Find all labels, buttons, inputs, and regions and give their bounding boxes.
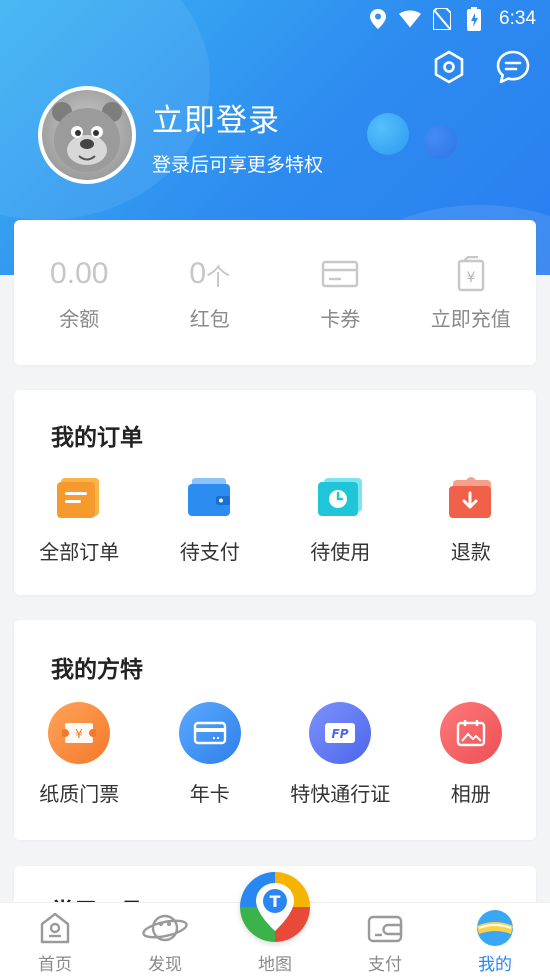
login-subtitle: 登录后可享更多特权 — [152, 154, 324, 176]
coupon-label: 卡券 — [320, 307, 361, 331]
planet-icon — [141, 908, 189, 948]
svg-text:¥: ¥ — [466, 270, 475, 286]
coupon-item[interactable]: 卡券 — [275, 220, 406, 365]
redpacket-item[interactable]: 0个 红包 — [145, 220, 276, 365]
home-icon — [38, 908, 72, 948]
order-unused-label: 待使用 — [310, 540, 371, 564]
mine-icon — [475, 908, 515, 948]
bear-avatar-icon — [52, 102, 122, 172]
status-bar: 6:34 — [0, 0, 550, 38]
order-unused-item[interactable]: 待使用 — [275, 474, 406, 565]
fastpass-label: 特快通行证 — [290, 782, 391, 806]
annual-card-label: 年卡 — [189, 782, 230, 806]
message-icon[interactable] — [494, 48, 532, 86]
album-label: 相册 — [450, 782, 491, 806]
order-all-item[interactable]: 全部订单 — [14, 474, 145, 565]
tab-home[interactable]: 首页 — [0, 903, 110, 979]
tab-pay[interactable]: 支付 — [330, 903, 440, 979]
paper-ticket-item[interactable]: ¥ 纸质门票 — [14, 702, 145, 807]
decor-bubble — [423, 125, 457, 159]
header-actions — [430, 48, 532, 86]
fangte-title: 我的方特 — [51, 657, 143, 683]
my-orders-card: 我的订单 全部订单 待支付 待使用 退款 — [14, 390, 536, 595]
order-refund-item[interactable]: 退款 — [406, 474, 537, 565]
balance-item[interactable]: 0.00 余额 — [14, 220, 145, 365]
tab-pay-label: 支付 — [368, 955, 402, 975]
annual-card-icon — [178, 702, 241, 764]
recharge-icon: ¥ — [456, 253, 486, 295]
redpacket-label: 红包 — [189, 307, 230, 331]
tab-home-label: 首页 — [38, 955, 72, 975]
settings-icon[interactable] — [430, 48, 468, 86]
wifi-icon — [399, 8, 422, 30]
order-refund-label: 退款 — [450, 540, 491, 564]
fastpass-icon: FP — [309, 702, 372, 764]
wallet-icon — [186, 474, 234, 522]
card-coupon-icon — [321, 253, 359, 295]
svg-text:FP: FP — [332, 727, 349, 741]
fangte-grid: ¥ 纸质门票 年卡 FP 特快通行证 相册 — [14, 702, 536, 807]
recharge-label: 立即充值 — [430, 307, 511, 331]
annual-card-item[interactable]: 年卡 — [145, 702, 276, 807]
my-fangte-card: 我的方特 ¥ 纸质门票 年卡 FP 特快通行证 相册 — [14, 620, 536, 840]
orders-title: 我的订单 — [51, 425, 143, 451]
battery-icon — [463, 7, 485, 31]
order-unpaid-label: 待支付 — [179, 540, 240, 564]
redpacket-value: 0 — [189, 257, 207, 290]
redpacket-value-wrap: 0个 — [189, 253, 230, 295]
login-title[interactable]: 立即登录 — [152, 95, 280, 140]
map-button[interactable]: T — [240, 872, 310, 942]
pay-icon — [366, 908, 404, 948]
wallet-card: 0.00 余额 0个 红包 卡券 ¥ 立即充值 — [14, 220, 536, 365]
tab-map-label: 地图 — [258, 955, 292, 975]
paper-ticket-label: 纸质门票 — [39, 782, 120, 806]
paper-ticket-icon: ¥ — [48, 702, 111, 764]
fastpass-item[interactable]: FP 特快通行证 — [275, 702, 406, 807]
decor-bubble — [367, 113, 409, 155]
refund-icon — [447, 474, 495, 522]
album-icon — [439, 702, 502, 764]
svg-text:T: T — [270, 892, 281, 911]
order-unpaid-item[interactable]: 待支付 — [145, 474, 276, 565]
redpacket-unit: 个 — [206, 262, 231, 291]
tab-mine[interactable]: 我的 — [440, 903, 550, 979]
tab-discover-label: 发现 — [148, 955, 182, 975]
tab-discover[interactable]: 发现 — [110, 903, 220, 979]
svg-text:¥: ¥ — [75, 727, 83, 741]
tab-mine-label: 我的 — [478, 955, 512, 975]
avatar[interactable] — [38, 86, 136, 184]
location-icon — [367, 8, 389, 30]
recharge-item[interactable]: ¥ 立即充值 — [406, 220, 537, 365]
map-pin-icon: T — [256, 883, 294, 931]
status-time: 6:34 — [499, 8, 536, 29]
orders-grid: 全部订单 待支付 待使用 退款 — [14, 474, 536, 565]
balance-label: 余额 — [59, 307, 100, 331]
order-all-label: 全部订单 — [39, 540, 120, 564]
album-item[interactable]: 相册 — [406, 702, 537, 807]
balance-value: 0.00 — [50, 257, 109, 290]
order-list-icon — [55, 474, 103, 522]
no-sim-icon — [431, 8, 453, 30]
clock-ticket-icon — [316, 474, 364, 522]
